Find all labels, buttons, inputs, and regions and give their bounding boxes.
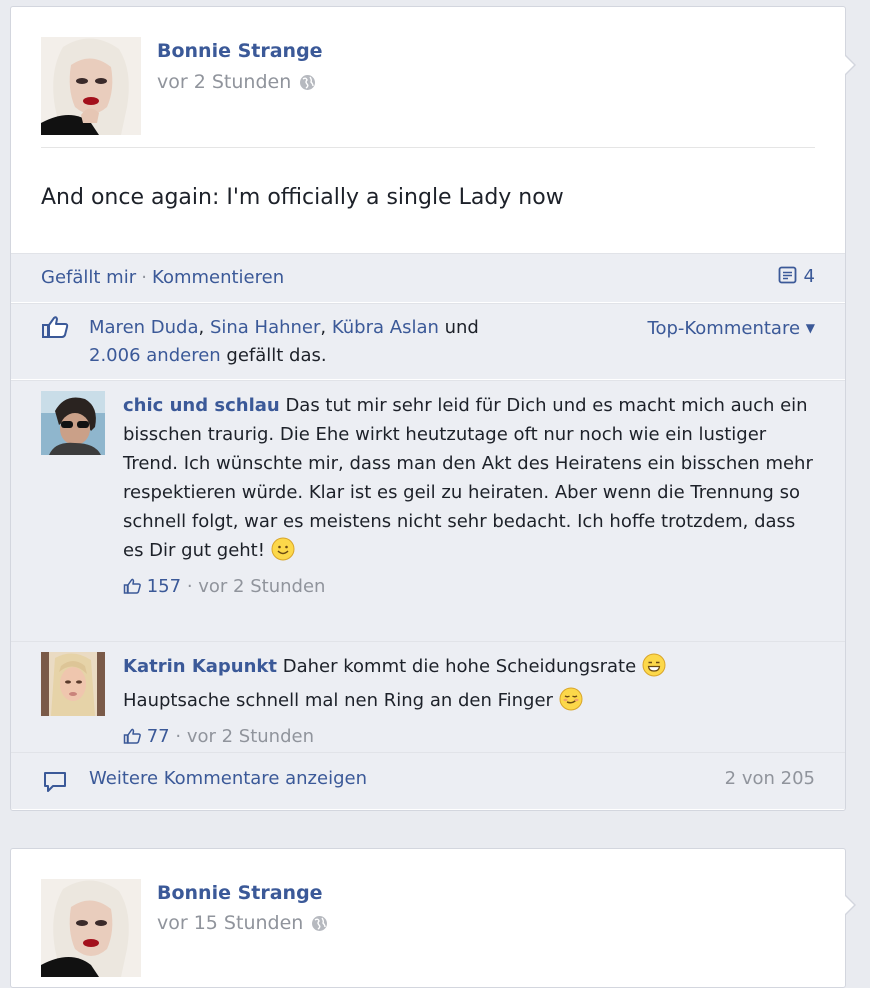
comment-text: Hauptsache schnell mal nen Ring an den F… [123, 690, 553, 711]
smirk-emoji-icon [559, 687, 583, 720]
post-card: Bonnie Strange vor 15 Stunden [10, 848, 856, 988]
header-divider [41, 147, 815, 148]
post-timestamp[interactable]: vor 2 Stunden [157, 71, 316, 96]
author-avatar[interactable] [41, 37, 141, 135]
author-avatar[interactable] [41, 879, 141, 977]
comment-sort-dropdown[interactable]: Top-Kommentare ▼ [648, 314, 815, 343]
post-card: Bonnie Strange vor 2 Stunden And once ag… [10, 6, 856, 811]
post-text: And once again: I'm officially a single … [41, 185, 564, 210]
action-links: Gefällt mir · Kommentieren [41, 267, 284, 288]
likes-and: und [438, 317, 479, 338]
author-name-link[interactable]: Bonnie Strange [157, 882, 323, 904]
commenter-avatar[interactable] [41, 391, 105, 455]
comment-time[interactable]: vor 2 Stunden [187, 726, 314, 747]
comment-item: Katrin Kapunkt Daher kommt die hohe Sche… [11, 641, 845, 753]
comment-body: chic und schlau Das tut mir sehr leid fü… [123, 391, 819, 601]
comment-time[interactable]: vor 2 Stunden [198, 576, 325, 597]
timestamp-text[interactable]: vor 15 Stunden [157, 912, 303, 934]
sort-label[interactable]: Top-Kommentare [648, 318, 801, 339]
more-comments-bar: Weitere Kommentare anzeigen 2 von 205 [11, 752, 845, 809]
comment-count: 4 [803, 266, 815, 287]
liker-link[interactable]: Maren Duda [89, 317, 199, 338]
comment-link[interactable]: Kommentieren [152, 267, 284, 288]
likes-separator: , [320, 317, 332, 338]
commenter-name-link[interactable]: chic und schlau [123, 395, 280, 416]
meta-separator: · [169, 726, 187, 747]
comment-meta: 77 · vor 2 Stunden [123, 722, 819, 751]
speech-bubble-icon[interactable] [43, 771, 67, 798]
comment-count-icon [778, 266, 796, 284]
others-link[interactable]: 2.006 anderen [89, 345, 221, 366]
liker-link[interactable]: Kübra Aslan [332, 317, 439, 338]
thumbs-up-icon [41, 315, 69, 348]
meta-separator: · [181, 576, 199, 597]
likes-summary: Maren Duda, Sina Hahner, Kübra Aslan und… [11, 303, 845, 379]
likes-text: Maren Duda, Sina Hahner, Kübra Aslan und… [89, 314, 569, 370]
comment-like-icon[interactable] [123, 576, 141, 597]
post-timestamp[interactable]: vor 15 Stunden [157, 912, 328, 937]
comment-like-icon[interactable] [123, 726, 141, 747]
action-separator: · [141, 267, 147, 288]
timeline-pointer [845, 895, 856, 915]
comment-body: Katrin Kapunkt Daher kommt die hohe Sche… [123, 652, 819, 751]
comment-meta: 157 · vor 2 Stunden [123, 572, 819, 601]
post-actions-bar: Gefällt mir · Kommentieren 4 [11, 253, 845, 302]
comment-like-count[interactable]: 77 [147, 726, 170, 747]
timeline-pointer [845, 55, 856, 75]
comments-pagination-count: 2 von 205 [724, 768, 815, 789]
comment-text: Daher kommt die hohe Scheidungsrate [282, 656, 637, 677]
commenter-name-link[interactable]: Katrin Kapunkt [123, 656, 277, 677]
comment-count-button[interactable]: 4 [778, 266, 815, 287]
commenter-avatar[interactable] [41, 652, 105, 716]
timestamp-text[interactable]: vor 2 Stunden [157, 71, 291, 93]
liker-link[interactable]: Sina Hahner [210, 317, 320, 338]
comment-like-count[interactable]: 157 [147, 576, 181, 597]
comment-text: Das tut mir sehr leid für Dich und es ma… [123, 395, 813, 561]
more-comments-link[interactable]: Weitere Kommentare anzeigen [89, 768, 367, 789]
comment-item: chic und schlau Das tut mir sehr leid fü… [11, 380, 845, 642]
chevron-down-icon[interactable]: ▼ [806, 321, 815, 335]
like-link[interactable]: Gefällt mir [41, 267, 136, 288]
globe-icon[interactable] [299, 74, 316, 96]
likes-suffix: gefällt das. [220, 345, 327, 366]
smile-emoji-icon [271, 537, 295, 570]
globe-icon[interactable] [311, 915, 328, 937]
likes-separator: , [198, 317, 210, 338]
grin-emoji-icon [642, 653, 666, 686]
author-name-link[interactable]: Bonnie Strange [157, 40, 323, 62]
